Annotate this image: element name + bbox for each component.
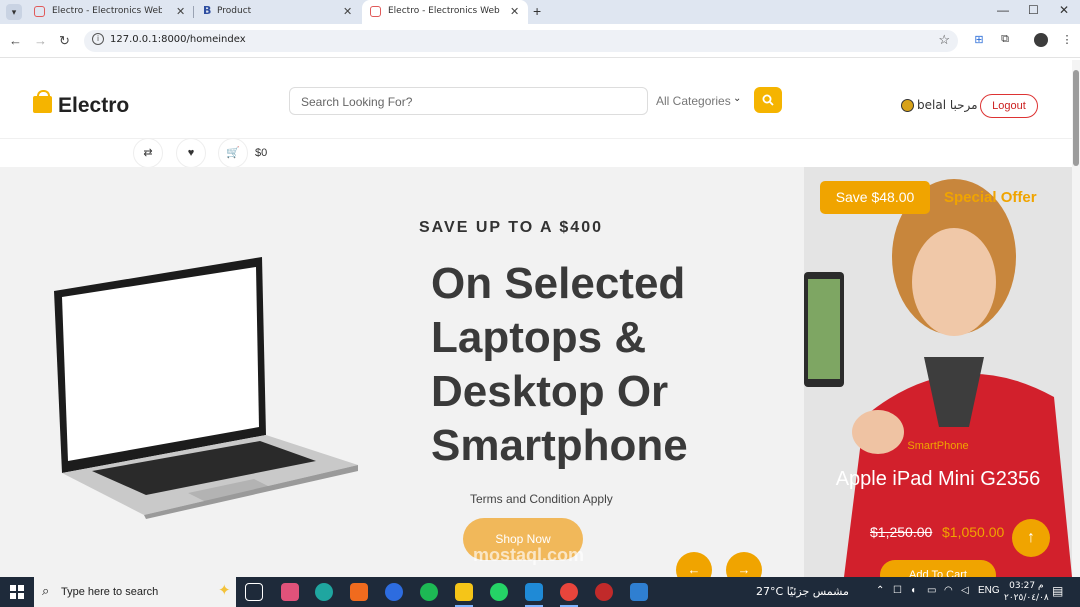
special-offer-card: Save $48.00 Special Offer SmartPhone App… [804, 167, 1072, 577]
search-icon: ⌕ [42, 583, 50, 598]
reload-icon[interactable]: ↻ [59, 33, 70, 49]
user-icon [901, 99, 914, 112]
hero-title: On Selected Laptops & Desktop Or Smartph… [431, 259, 688, 470]
xampp-app-icon[interactable] [350, 583, 368, 601]
new-price: $1,050.00 [942, 524, 1005, 540]
copilot-sparkle-icon: ✦ [218, 582, 231, 599]
laptop-image [54, 257, 358, 519]
tab-product[interactable]: B Product ✕ [195, 0, 360, 24]
taskbar: ⌕ Type here to search ✦ 27°C مشمس جزئيًا… [0, 577, 1080, 607]
offer-product-name[interactable]: Apple iPad Mini G2356 [804, 464, 1072, 494]
cart-icon[interactable]: 🛒 [218, 138, 248, 168]
tab-title: Electro - Electronics Website Te [52, 6, 162, 16]
file-explorer-icon[interactable] [455, 583, 473, 601]
screen-app-icon[interactable] [630, 583, 648, 601]
hero-terms: Terms and Condition Apply [470, 492, 613, 506]
hero-carousel: SAVE UP TO A $400 On Selected Laptops & … [0, 167, 804, 577]
save-badge: Save $48.00 [820, 181, 930, 214]
chrome-app-icon[interactable] [560, 583, 578, 601]
translate-icon[interactable]: ⊞ [972, 33, 986, 47]
wishlist-heart-icon[interactable]: ♥ [176, 138, 206, 168]
whatsapp-app-icon[interactable] [490, 583, 508, 601]
clock-time: 03:27 م [1009, 581, 1044, 591]
site-header: Electro Search Looking For? All Categori… [0, 60, 1072, 138]
header-icon-row: ⇄ ♥ 🛒 $0 [0, 138, 1072, 168]
laravel-favicon-icon [370, 6, 381, 17]
search-icon [762, 94, 774, 106]
volume-icon[interactable]: ◁ [961, 585, 969, 596]
scroll-to-top-button[interactable]: ↑ [1012, 519, 1050, 557]
logout-button[interactable]: Logout [980, 94, 1038, 118]
notifications-icon[interactable]: ▤ [1052, 584, 1063, 598]
copilot-app-icon[interactable] [281, 583, 299, 601]
tab-title: Electro - Electronics Website Te [388, 6, 500, 16]
network-icon[interactable]: ☐ [893, 585, 902, 596]
cart-total: $0 [255, 147, 268, 159]
tab-electro-active[interactable]: Electro - Electronics Website Te ✕ [362, 0, 528, 24]
page-scrollbar[interactable] [1072, 60, 1080, 577]
minimize-button[interactable]: — [997, 3, 1009, 17]
add-to-cart-button[interactable]: Add To Cart [880, 560, 996, 577]
clock-date: ٢٠٢٥/٠٤/٠٨ [1004, 593, 1049, 603]
tray-overflow-icon[interactable]: ⌃ [876, 585, 884, 596]
menu-dots-icon[interactable]: ⋮ [1060, 33, 1074, 47]
close-tab-icon[interactable]: ✕ [176, 5, 185, 18]
url-field[interactable]: i 127.0.0.1:8000/homeindex ☆ [84, 30, 958, 52]
user-greeting: belal مرحبا [917, 98, 978, 112]
tab-title: Product [217, 6, 252, 16]
address-bar-row: ← → ↻ i 127.0.0.1:8000/homeindex ☆ ⊞ ⧉ ⋮ [0, 24, 1080, 58]
old-price: $1,250.00 [870, 524, 933, 540]
taskbar-clock[interactable]: 03:27 م ٢٠٢٥/٠٤/٠٨ [1004, 580, 1049, 604]
close-tab-icon[interactable]: ✕ [510, 5, 519, 18]
tab-search-button[interactable]: ▾ [6, 4, 22, 20]
bootstrap-favicon-icon: B [203, 4, 212, 17]
new-tab-button[interactable]: + [533, 3, 541, 19]
site-info-icon[interactable]: i [92, 33, 104, 45]
extensions-icon[interactable]: ⧉ [998, 33, 1012, 47]
language-indicator[interactable]: ENG [978, 585, 1000, 596]
offer-category[interactable]: SmartPhone [804, 440, 1072, 452]
tab-separator [193, 6, 194, 18]
tab-strip: ▾ Electro - Electronics Website Te ✕ B P… [0, 0, 1080, 24]
watermark-text: mostaql.com [473, 545, 585, 565]
close-window-button[interactable]: ✕ [1059, 3, 1069, 17]
recorder-app-icon[interactable] [595, 583, 613, 601]
shopping-bag-icon [33, 90, 52, 113]
edge-app-icon[interactable] [315, 583, 333, 601]
back-icon[interactable]: ← [9, 33, 22, 48]
search-input[interactable]: Search Looking For? [289, 87, 648, 115]
windows-start-icon[interactable] [10, 585, 24, 599]
task-view-icon[interactable] [245, 583, 263, 601]
taskbar-search-input[interactable]: ⌕ Type here to search ✦ [34, 577, 236, 607]
weather-widget[interactable]: 27°C مشمس جزئيًا [756, 585, 849, 598]
special-offer-label: Special Offer [944, 189, 1037, 206]
carousel-next-button[interactable]: → [726, 552, 762, 577]
bookmark-star-icon[interactable]: ☆ [938, 32, 950, 48]
taskbar-search-placeholder: Type here to search [61, 586, 159, 598]
hero-kicker: SAVE UP TO A $400 [419, 219, 603, 236]
site-logo[interactable]: Electro [58, 94, 129, 118]
forward-icon[interactable]: → [34, 33, 47, 48]
search-placeholder: Search Looking For? [301, 95, 413, 109]
carousel-prev-button[interactable]: ← [676, 552, 712, 577]
search-button[interactable] [754, 87, 782, 113]
laravel-favicon-icon [34, 6, 45, 17]
scrollbar-thumb[interactable] [1073, 70, 1079, 166]
chevron-down-icon: ⌄ [733, 93, 742, 104]
url-text: 127.0.0.1:8000/homeindex [110, 34, 246, 45]
mic-icon[interactable]: ◖ [910, 585, 916, 596]
zoom-app-icon[interactable] [385, 583, 403, 601]
tab-electro-1[interactable]: Electro - Electronics Website Te ✕ [26, 0, 191, 24]
offer-product-photo [804, 167, 1072, 577]
compare-shuffle-icon[interactable]: ⇄ [133, 138, 163, 168]
spotify-app-icon[interactable] [420, 583, 438, 601]
maximize-button[interactable]: ☐ [1028, 3, 1039, 17]
profile-avatar[interactable] [1034, 33, 1048, 47]
category-select[interactable]: All Categories [656, 94, 731, 108]
battery-icon[interactable]: ▭ [927, 585, 936, 596]
close-tab-icon[interactable]: ✕ [343, 5, 352, 18]
vscode-app-icon[interactable] [525, 583, 543, 601]
wifi-icon[interactable]: ◠ [944, 585, 953, 596]
